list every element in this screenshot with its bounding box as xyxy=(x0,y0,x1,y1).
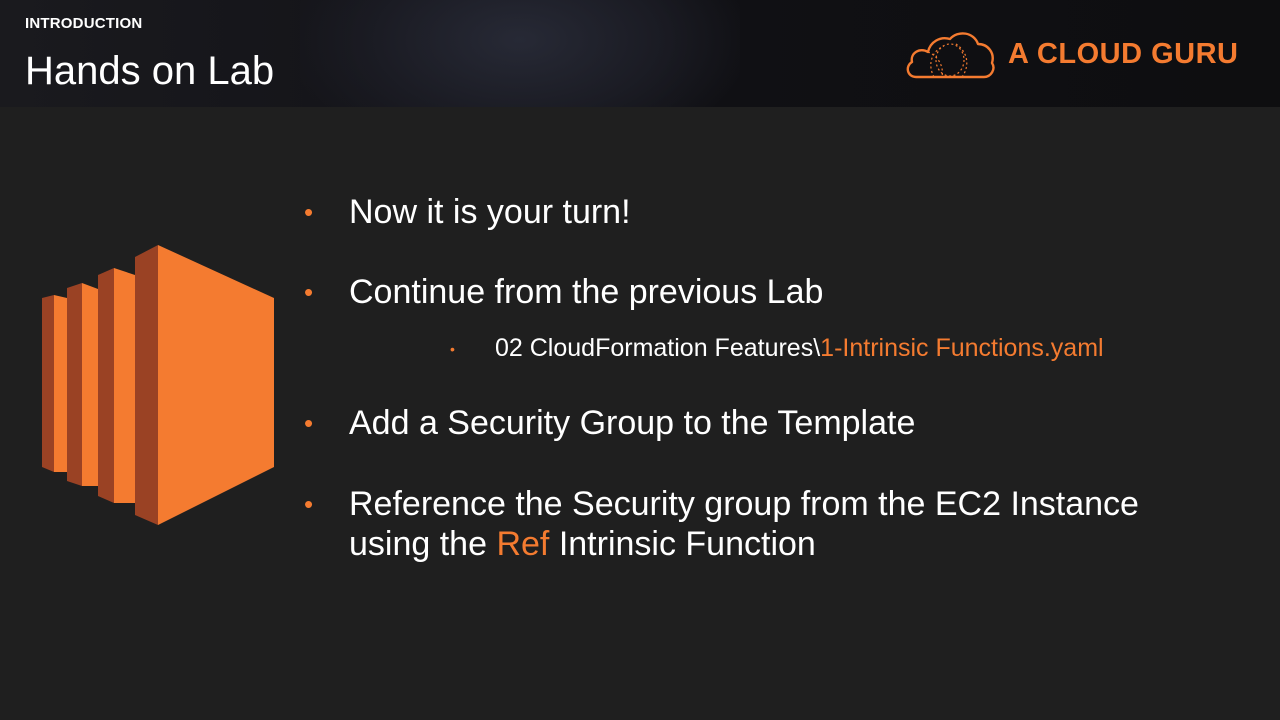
cloud-logo-icon xyxy=(906,32,995,79)
section-label: INTRODUCTION xyxy=(25,15,143,32)
bullet-text-segment: using the xyxy=(349,525,497,563)
ec2-instances-icon xyxy=(42,245,274,525)
bullet-dot: • xyxy=(304,408,314,438)
header-bar: INTRODUCTION Hands on Lab A CLOUD GURU xyxy=(0,0,1280,107)
brand-name: A CLOUD GURU xyxy=(1008,37,1239,70)
slide-title: Hands on Lab xyxy=(25,49,275,93)
bullet-dot: • xyxy=(304,489,314,519)
ref-keyword-highlight: Ref xyxy=(496,525,550,563)
bullet-text-line-1: Reference the Security group from the EC… xyxy=(349,485,1139,523)
bullet-text: Add a Security Group to the Template xyxy=(349,404,916,442)
slide: INTRODUCTION Hands on Lab A CLOUD GURU •… xyxy=(0,0,1280,720)
sub-bullet-item: • 02 CloudFormation Features\1-Intrinsic… xyxy=(450,333,1104,363)
bullet-text: Continue from the previous Lab xyxy=(349,273,824,311)
bullet-item: • Reference the Security group from the … xyxy=(304,484,1139,564)
brand-logo: A CLOUD GURU xyxy=(904,26,1238,82)
bullet-text-segment: Intrinsic Function xyxy=(549,525,816,563)
bullet-text-line-2: using the Ref Intrinsic Function xyxy=(349,524,1139,564)
bullet-dot: • xyxy=(304,277,314,307)
bullet-dot: • xyxy=(304,197,314,227)
file-name-highlight: 1-Intrinsic Functions.yaml xyxy=(820,334,1104,362)
sub-bullet-dot: • xyxy=(450,341,455,357)
bullet-item: • Continue from the previous Lab xyxy=(304,272,824,312)
file-path-prefix: 02 CloudFormation Features\ xyxy=(495,334,821,362)
header-background-photo xyxy=(300,0,740,107)
bullet-item: • Add a Security Group to the Template xyxy=(304,403,916,443)
bullet-text: Now it is your turn! xyxy=(349,193,631,231)
bullet-item: • Now it is your turn! xyxy=(304,192,631,232)
